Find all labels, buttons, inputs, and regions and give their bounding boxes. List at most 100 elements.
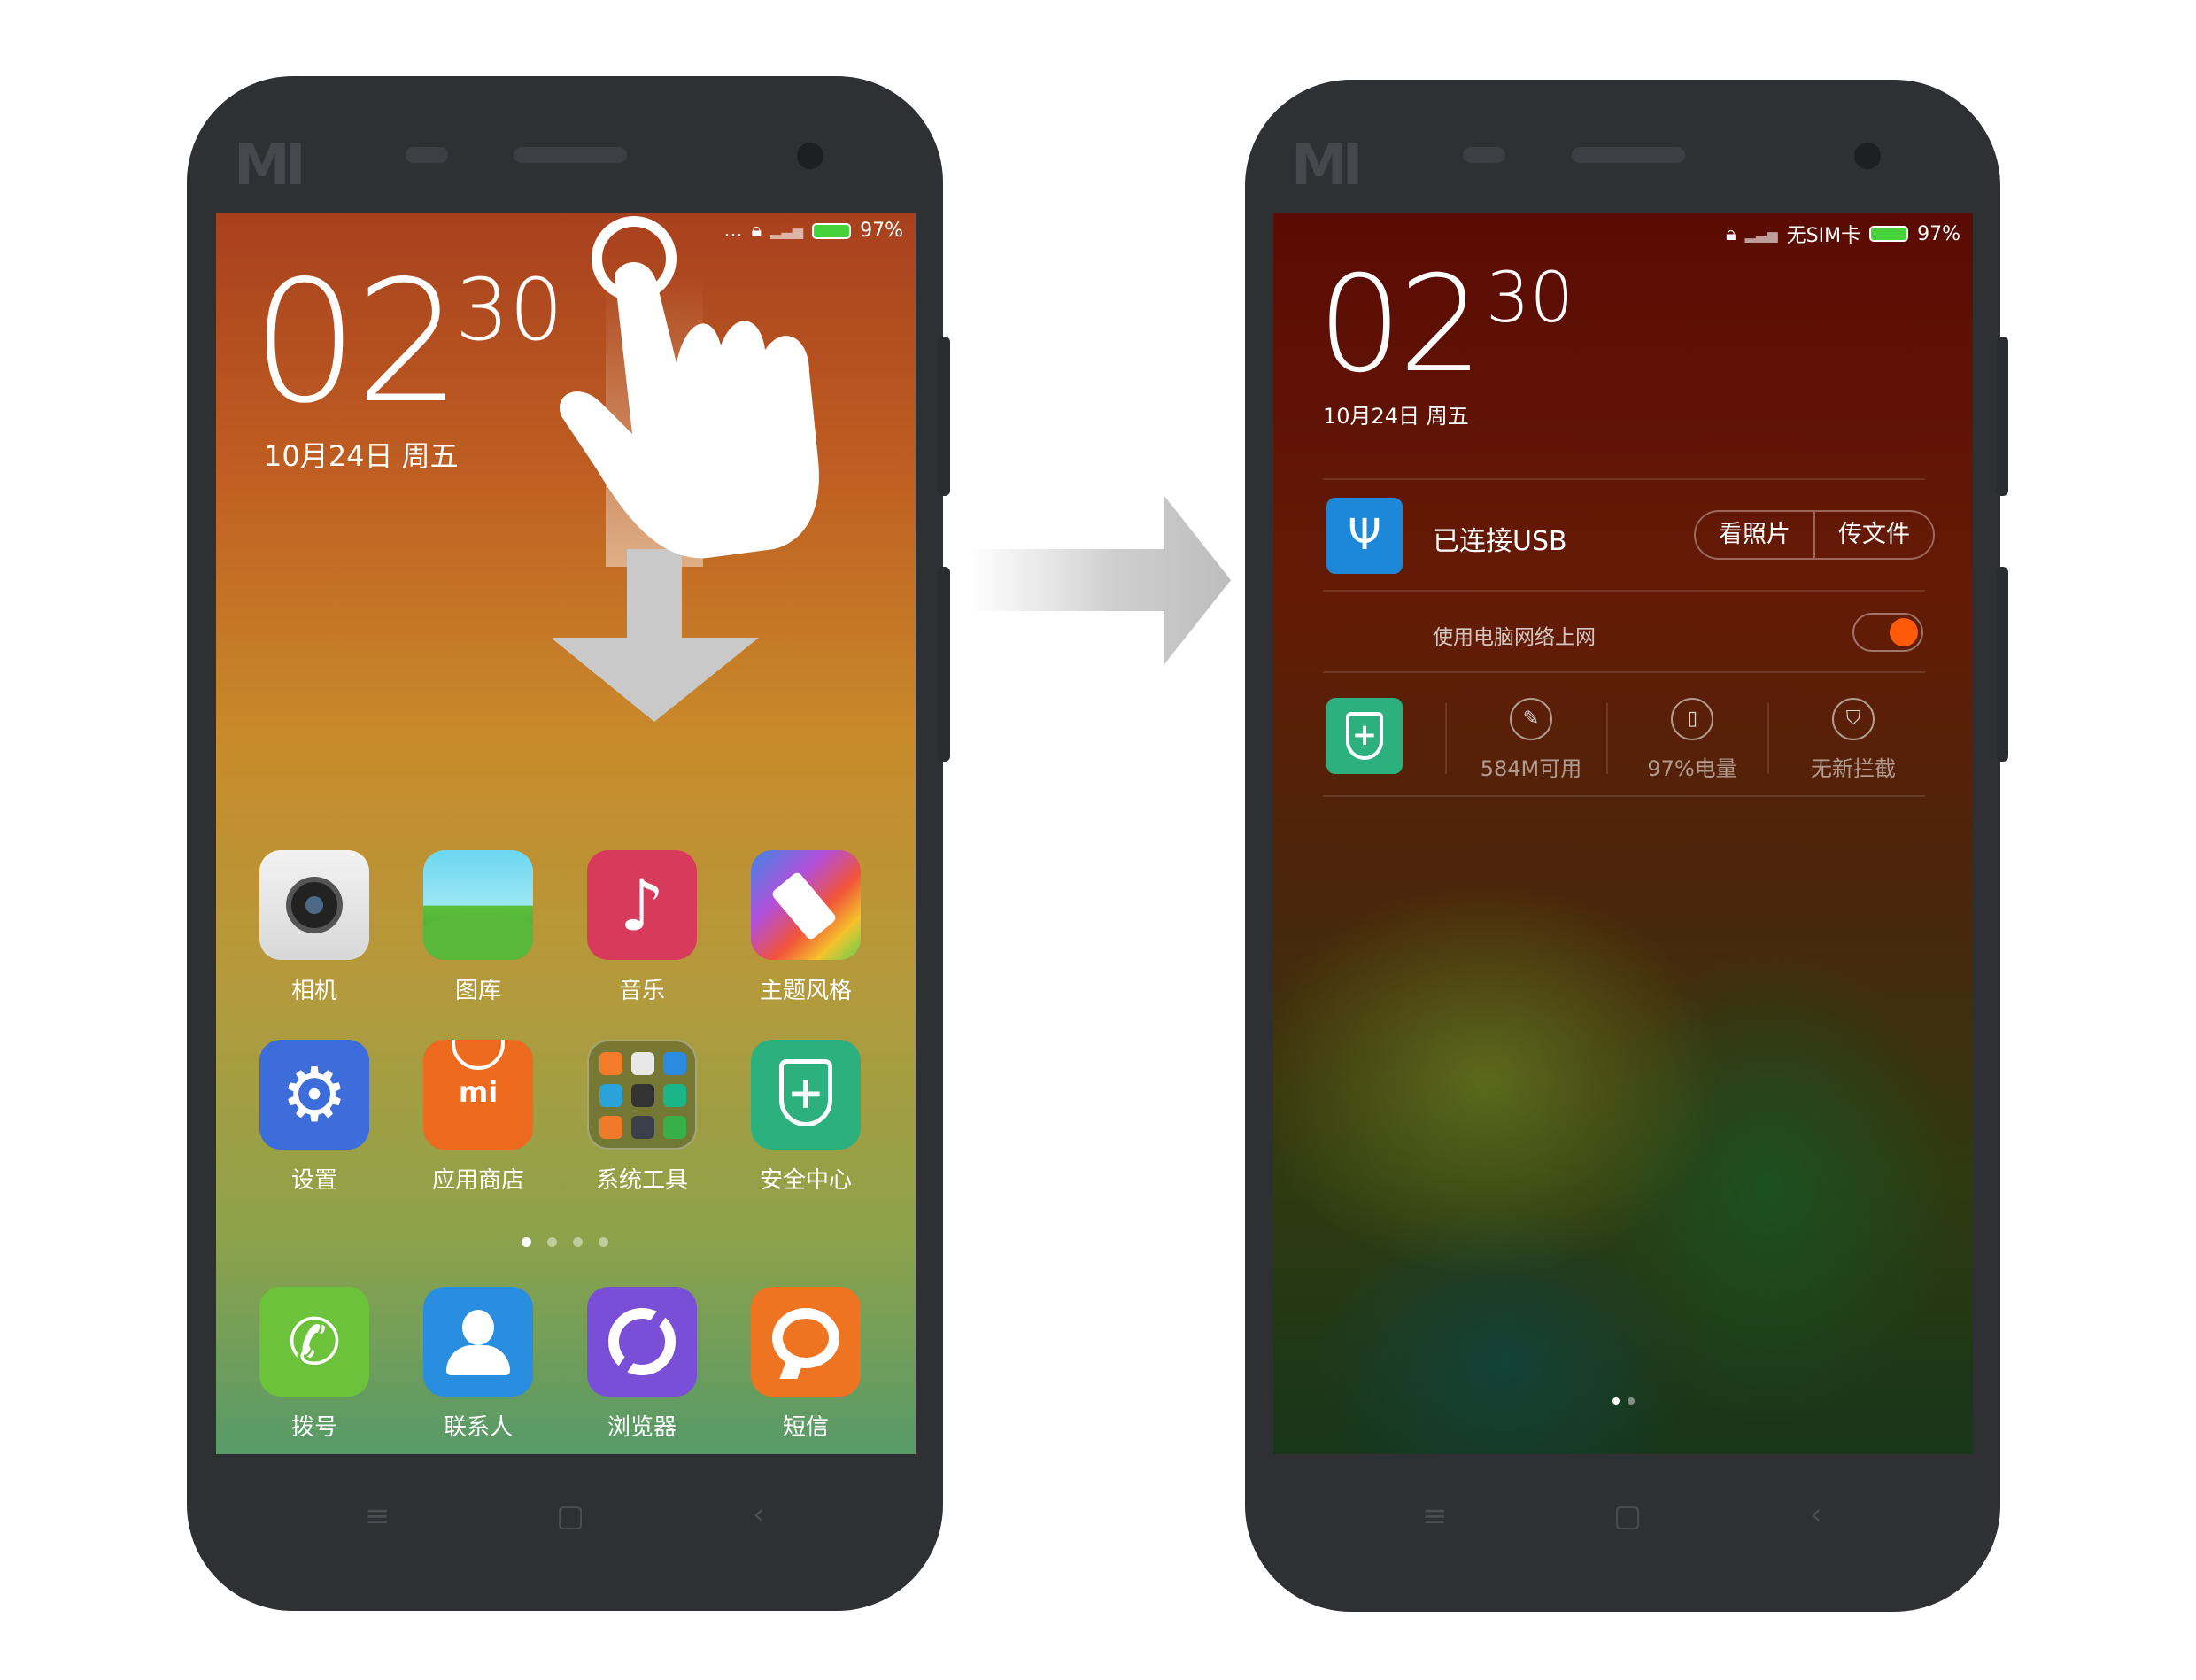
status-bar: 🔒︎ ▂▃▅ 无SIM卡 97% bbox=[1726, 220, 1960, 248]
app-label: 浏览器 bbox=[607, 1414, 677, 1441]
power-button-left-phone bbox=[938, 567, 950, 762]
app-label: 系统工具 bbox=[595, 1167, 688, 1194]
earpiece-speaker bbox=[514, 147, 627, 163]
theme-brush-icon bbox=[751, 850, 861, 960]
home-key-icon[interactable]: ▢ bbox=[1613, 1498, 1642, 1534]
page-dot-1[interactable] bbox=[522, 1237, 531, 1247]
clock-minutes: 30 bbox=[1486, 259, 1574, 338]
toggle-knob bbox=[1890, 618, 1918, 646]
power-button-right-phone bbox=[1996, 567, 2008, 762]
app-label: 短信 bbox=[782, 1414, 829, 1441]
notification-shade: 🔒︎ ▂▃▅ 无SIM卡 97% 02 30 10月24日 周五 Ψ 已连接US… bbox=[1273, 213, 1973, 1454]
app-theme[interactable]: 主题风格 bbox=[739, 850, 872, 1005]
tether-label: 使用电脑网络上网 bbox=[1433, 626, 1596, 649]
swipe-down-gesture bbox=[553, 216, 819, 722]
proximity-sensor bbox=[406, 147, 448, 163]
app-label: 安全中心 bbox=[759, 1167, 852, 1194]
gallery-icon bbox=[423, 850, 533, 960]
menu-key-icon[interactable]: ≡ bbox=[365, 1498, 390, 1534]
app-label: 应用商店 bbox=[431, 1167, 524, 1194]
app-label: 音乐 bbox=[618, 978, 665, 1004]
volume-button-left-phone bbox=[938, 337, 950, 496]
mi-logo: MI bbox=[234, 133, 305, 198]
security-shield-icon[interactable]: + bbox=[1326, 698, 1403, 774]
battery-icon bbox=[1869, 226, 1909, 242]
page-dot-2[interactable] bbox=[1628, 1397, 1635, 1405]
stat-memory-text: 584M可用 bbox=[1480, 756, 1582, 781]
app-security-center[interactable]: + 安全中心 bbox=[739, 1040, 872, 1195]
app-store[interactable]: mi 应用商店 bbox=[412, 1040, 545, 1195]
divider bbox=[1323, 478, 1925, 480]
usb-notification-title: 已连接USB bbox=[1433, 526, 1567, 557]
app-dialer[interactable]: ✆ 拨号 bbox=[248, 1287, 381, 1442]
back-key-icon[interactable]: ‹ bbox=[753, 1497, 765, 1532]
app-system-tools-folder[interactable]: 系统工具 bbox=[576, 1040, 708, 1195]
app-label: 拨号 bbox=[290, 1414, 337, 1441]
clock-hours: 02 bbox=[251, 244, 462, 440]
page-dot-4[interactable] bbox=[599, 1237, 608, 1247]
page-dot-3[interactable] bbox=[573, 1237, 583, 1247]
folder-tools-icon bbox=[587, 1040, 697, 1150]
date-label: 10月24日 周五 bbox=[1323, 404, 1469, 429]
broom-icon: ✎ bbox=[1510, 698, 1552, 740]
arrow-down-icon bbox=[553, 638, 759, 722]
stat-block-text: 无新拦截 bbox=[1811, 756, 1896, 781]
stat-battery-text: 97%电量 bbox=[1647, 756, 1737, 781]
app-label: 图库 bbox=[454, 978, 501, 1004]
contacts-icon bbox=[423, 1287, 533, 1397]
app-label: 主题风格 bbox=[759, 978, 852, 1004]
gear-icon: ⚙ bbox=[259, 1040, 369, 1150]
separator bbox=[1606, 703, 1608, 774]
message-icon bbox=[751, 1287, 861, 1397]
shield-block-icon: ⛉ bbox=[1832, 698, 1875, 740]
clock-minutes: 30 bbox=[455, 260, 564, 360]
earpiece-speaker bbox=[1572, 147, 1685, 163]
usb-icon: Ψ bbox=[1326, 498, 1403, 574]
proximity-sensor bbox=[1463, 147, 1505, 163]
stat-battery[interactable]: ▯ 97%电量 bbox=[1617, 698, 1767, 782]
camera-icon bbox=[259, 850, 369, 960]
volume-button-right-phone bbox=[1996, 337, 2008, 496]
menu-key-icon[interactable]: ≡ bbox=[1422, 1498, 1448, 1534]
app-browser[interactable]: 浏览器 bbox=[576, 1287, 708, 1442]
front-camera bbox=[797, 143, 824, 169]
app-label: 相机 bbox=[290, 978, 337, 1004]
usb-action-group: 看照片 传文件 bbox=[1694, 510, 1935, 560]
separator bbox=[1445, 703, 1447, 774]
battery-outline-icon: ▯ bbox=[1671, 698, 1713, 740]
back-key-icon[interactable]: ‹ bbox=[1810, 1497, 1822, 1532]
tether-toggle[interactable] bbox=[1852, 613, 1923, 652]
carrier-label: 无SIM卡 bbox=[1786, 225, 1861, 247]
signal-icon: ▂▃▅ bbox=[1744, 225, 1778, 243]
page-dot-2[interactable] bbox=[547, 1237, 557, 1247]
mi-logo: MI bbox=[1291, 133, 1363, 198]
app-gallery[interactable]: 图库 bbox=[412, 850, 545, 1005]
app-music[interactable]: ♪ 音乐 bbox=[576, 850, 708, 1005]
clock-hours: 02 bbox=[1318, 248, 1483, 402]
mi-store-icon: mi bbox=[423, 1040, 533, 1150]
app-label: 联系人 bbox=[443, 1414, 513, 1441]
view-photos-button[interactable]: 看照片 bbox=[1696, 512, 1813, 558]
app-contacts[interactable]: 联系人 bbox=[412, 1287, 545, 1442]
app-camera[interactable]: 相机 bbox=[248, 850, 381, 1005]
app-label: 设置 bbox=[290, 1167, 337, 1194]
divider bbox=[1323, 590, 1925, 592]
shield-plus-icon: + bbox=[751, 1040, 861, 1150]
date-label: 10月24日 周五 bbox=[264, 439, 459, 473]
home-key-icon[interactable]: ▢ bbox=[556, 1498, 584, 1534]
lock-icon: 🔒︎ bbox=[1726, 222, 1736, 245]
stat-block[interactable]: ⛉ 无新拦截 bbox=[1778, 698, 1929, 782]
stat-memory[interactable]: ✎ 584M可用 bbox=[1456, 698, 1606, 782]
separator bbox=[1767, 703, 1769, 774]
page-dot-1[interactable] bbox=[1612, 1397, 1620, 1405]
browser-icon bbox=[587, 1287, 697, 1397]
battery-percent: 97% bbox=[1917, 222, 1960, 245]
lockscreen-home: ... 🔒︎ ▂▃▅ 97% 02 30 10月24日 周五 相机 图库 ♪ 音… bbox=[216, 213, 916, 1454]
app-messages[interactable]: 短信 bbox=[739, 1287, 872, 1442]
front-camera bbox=[1854, 143, 1881, 169]
transfer-files-button[interactable]: 传文件 bbox=[1813, 512, 1933, 558]
music-icon: ♪ bbox=[587, 850, 697, 960]
app-settings[interactable]: ⚙ 设置 bbox=[248, 1040, 381, 1195]
phone-icon: ✆ bbox=[259, 1287, 369, 1397]
divider bbox=[1323, 795, 1925, 797]
